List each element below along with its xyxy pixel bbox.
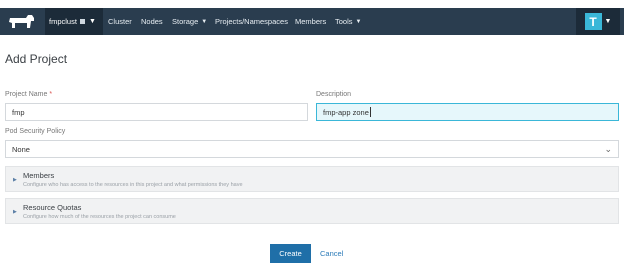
avatar: T <box>584 13 602 30</box>
project-name-input[interactable]: fmp <box>5 103 308 121</box>
chevron-down-icon: ⌄ <box>604 144 612 154</box>
nav-members[interactable]: Members <box>295 8 326 35</box>
project-name-label: Project Name * <box>5 91 52 98</box>
create-button[interactable]: Create <box>270 244 311 263</box>
cluster-name: fmpclust <box>49 17 77 26</box>
chevron-down-icon: ▼ <box>604 18 612 25</box>
expand-arrow-icon: ▶ <box>13 209 17 215</box>
members-description: Configure who has access to the resource… <box>23 182 243 188</box>
nav-projects-namespaces[interactable]: Projects/Namespaces <box>215 8 288 35</box>
resource-quotas-description: Configure how much of the resources the … <box>23 214 176 220</box>
nav-storage[interactable]: Storage ▼ <box>172 8 207 35</box>
members-title: Members <box>23 171 55 180</box>
page-title: Add Project <box>5 52 68 66</box>
project-name-value: fmp <box>12 107 25 117</box>
nav-cluster[interactable]: Cluster <box>108 8 132 35</box>
pod-security-policy-select[interactable]: None ⌄ <box>5 140 619 158</box>
expand-arrow-icon: ▶ <box>13 177 17 183</box>
nav-tools-label: Tools <box>335 17 353 26</box>
pod-security-policy-label: Pod Security Policy <box>5 128 66 135</box>
text-cursor <box>369 107 371 117</box>
nav-storage-label: Storage <box>172 17 199 26</box>
resource-quotas-section[interactable]: ▶ Resource Quotas Configure how much of … <box>5 198 619 224</box>
chevron-down-icon: ▼ <box>201 18 208 25</box>
cluster-icon <box>79 19 85 24</box>
resource-quotas-title: Resource Quotas <box>23 203 82 212</box>
description-value: fmp-app zone <box>323 107 369 117</box>
nav-tools[interactable]: Tools ▼ <box>335 8 361 35</box>
members-section[interactable]: ▶ Members Configure who has access to th… <box>5 166 619 192</box>
chevron-down-icon: ▼ <box>88 18 96 25</box>
project-name-label-text: Project Name <box>5 91 48 98</box>
pod-security-policy-value: None <box>12 144 30 154</box>
chevron-down-icon: ▼ <box>355 18 362 25</box>
top-navigation-bar: fmpclust ▼ Cluster Nodes Storage ▼ Proje… <box>0 8 624 35</box>
rancher-logo-icon[interactable] <box>4 12 38 32</box>
description-label: Description <box>316 91 352 98</box>
cluster-selector[interactable]: fmpclust ▼ <box>45 8 103 35</box>
required-marker: * <box>49 91 53 98</box>
nav-nodes[interactable]: Nodes <box>141 8 163 35</box>
description-input[interactable]: fmp-app zone <box>316 103 619 121</box>
cancel-button[interactable]: Cancel <box>320 244 343 263</box>
user-menu-button[interactable]: T ▼ <box>576 8 620 35</box>
